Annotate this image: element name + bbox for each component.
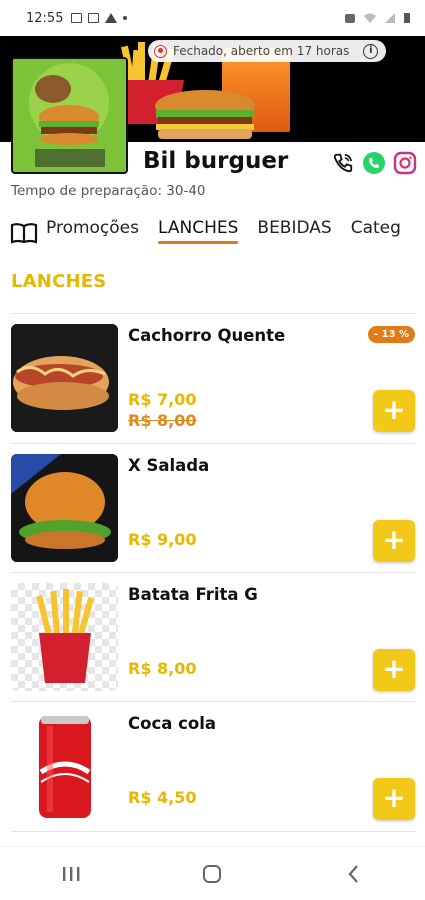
discount-badge: - 13 % bbox=[368, 326, 416, 343]
book-icon[interactable] bbox=[10, 222, 38, 244]
product-image bbox=[11, 712, 118, 820]
home-button[interactable] bbox=[187, 854, 237, 894]
info-icon[interactable]: i bbox=[363, 43, 379, 59]
product-card-x-salada[interactable]: X Salada R$ 9,00 + bbox=[0, 444, 425, 572]
instagram-icon[interactable] bbox=[392, 150, 417, 175]
status-system-icons bbox=[344, 12, 411, 24]
product-name: Batata Frita G bbox=[128, 585, 258, 604]
record-icon bbox=[154, 44, 167, 58]
product-card-coca-cola[interactable]: Coca cola R$ 4,50 + bbox=[0, 702, 425, 830]
social-links bbox=[330, 150, 417, 175]
product-name: Coca cola bbox=[128, 714, 217, 733]
tab-lanches[interactable]: LANCHES bbox=[158, 218, 239, 244]
dot-icon bbox=[123, 16, 128, 20]
whatsapp-icon[interactable] bbox=[361, 150, 386, 175]
product-name: Cachorro Quente bbox=[128, 326, 286, 345]
back-icon bbox=[348, 864, 358, 883]
product-price: R$ 4,50 bbox=[128, 788, 197, 807]
alarm-icon bbox=[345, 14, 355, 23]
category-tabs: Promoções LANCHES BEBIDAS Categ bbox=[0, 210, 425, 250]
add-button[interactable]: + bbox=[373, 390, 415, 432]
store-name: Bil burguer bbox=[143, 148, 289, 174]
system-nav-bar bbox=[0, 846, 425, 900]
section-title: LANCHES bbox=[11, 271, 107, 292]
tab-categ[interactable]: Categ bbox=[351, 218, 401, 244]
recent-apps-button[interactable] bbox=[46, 854, 96, 894]
back-button[interactable] bbox=[329, 854, 379, 894]
wifi-icon bbox=[364, 13, 376, 23]
add-button[interactable]: + bbox=[373, 778, 415, 820]
recent-apps-icon bbox=[62, 866, 80, 881]
home-icon bbox=[203, 864, 222, 883]
product-price: R$ 9,00 bbox=[128, 530, 197, 549]
closed-notice-text: Fechado, aberto em 17 horas bbox=[173, 44, 350, 58]
tab-bebidas[interactable]: BEBIDAS bbox=[257, 218, 331, 244]
product-card-cachorro-quente[interactable]: Cachorro Quente - 13 % R$ 7,00 R$ 8,00 + bbox=[0, 314, 425, 442]
store-logo bbox=[11, 57, 128, 174]
status-notification-icons bbox=[71, 13, 128, 23]
product-image bbox=[11, 583, 118, 691]
store-status-pill[interactable]: Fechado, aberto em 17 horas i bbox=[148, 40, 387, 62]
logo-image bbox=[13, 59, 126, 172]
warning-icon bbox=[105, 13, 118, 23]
battery-icon bbox=[404, 13, 410, 23]
product-old-price: R$ 8,00 bbox=[128, 411, 197, 430]
phone-icon[interactable] bbox=[330, 150, 355, 175]
screen-icon bbox=[88, 13, 100, 23]
tabs-list: Promoções LANCHES BEBIDAS Categ bbox=[46, 218, 401, 244]
status-bar: 12:55 bbox=[0, 0, 425, 36]
product-name: X Salada bbox=[128, 456, 210, 475]
signal-icon bbox=[385, 13, 395, 23]
status-time: 12:55 bbox=[26, 10, 64, 26]
prep-time: Tempo de preparação: 30-40 bbox=[11, 183, 206, 199]
tab-promocoes[interactable]: Promoções bbox=[46, 218, 139, 244]
product-price: R$ 8,00 bbox=[128, 659, 197, 678]
gallery-icon bbox=[71, 13, 83, 23]
burger-image bbox=[155, 90, 255, 139]
product-image bbox=[11, 324, 118, 432]
divider bbox=[11, 831, 415, 832]
product-image bbox=[11, 454, 118, 562]
product-price: R$ 7,00 bbox=[128, 390, 197, 409]
add-button[interactable]: + bbox=[373, 649, 415, 691]
add-button[interactable]: + bbox=[373, 520, 415, 562]
product-card-batata-frita-g[interactable]: Batata Frita G R$ 8,00 + bbox=[0, 573, 425, 701]
